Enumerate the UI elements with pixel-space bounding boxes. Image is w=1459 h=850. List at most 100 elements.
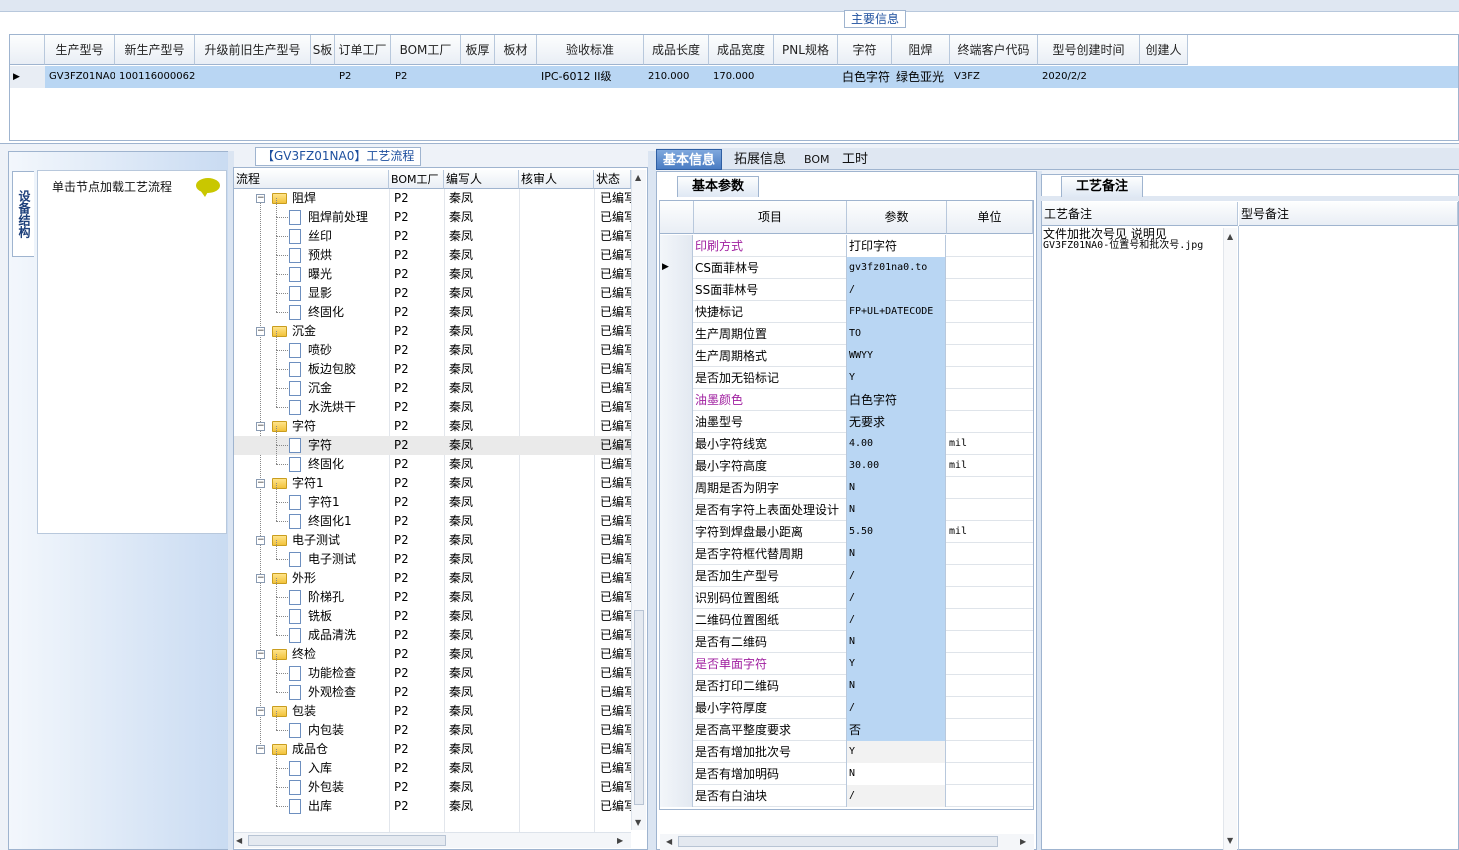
tree-step-row[interactable]: 终固化1 P2 秦凤 已编写	[234, 502, 631, 531]
tree-step-row[interactable]: 入库 P2 秦凤 已编写	[234, 749, 631, 778]
column-header[interactable]: S板	[311, 35, 335, 65]
param-value[interactable]: 无要求	[847, 411, 946, 433]
table-cell[interactable]	[1140, 66, 1188, 88]
param-row[interactable]: 是否有二维码 N	[660, 631, 1033, 653]
param-row[interactable]: 是否有增加批次号 Y	[660, 741, 1033, 763]
column-header[interactable]: 项目	[694, 201, 847, 234]
column-header[interactable]: 成品长度	[644, 35, 709, 65]
column-header[interactable]: 阻焊	[892, 35, 950, 65]
table-cell[interactable]: P2	[391, 66, 461, 88]
row-selector[interactable]: ▶	[660, 257, 693, 279]
param-row[interactable]: 识别码位置图纸 /	[660, 587, 1033, 609]
column-header[interactable]: 板材	[495, 35, 537, 65]
row-selector[interactable]	[660, 763, 693, 785]
scroll-down-icon[interactable]: ▼	[635, 818, 641, 827]
param-row[interactable]: ▶ CS面菲林号 gv3fz01na0.to	[660, 257, 1033, 279]
param-row[interactable]: 最小字符厚度 /	[660, 697, 1033, 719]
param-row[interactable]: 印刷方式 打印字符	[660, 235, 1033, 257]
column-header[interactable]: 核审人	[519, 170, 594, 189]
param-value[interactable]: N	[847, 543, 946, 565]
scroll-thumb[interactable]	[678, 836, 998, 847]
row-selector[interactable]	[660, 741, 693, 763]
table-cell[interactable]: V3FZ	[950, 66, 1038, 88]
param-value[interactable]: WWYY	[847, 345, 946, 367]
tree-step-row[interactable]: 阶梯孔 P2 秦凤 已编写	[234, 578, 631, 607]
table-cell[interactable]	[195, 66, 311, 88]
table-cell[interactable]: 170.000	[709, 66, 774, 88]
table-cell[interactable]: IPC-6012 II级	[537, 66, 644, 88]
param-value[interactable]: 5.50	[847, 521, 946, 543]
tree-step-row[interactable]: 显影 P2 秦凤 已编写	[234, 274, 631, 303]
row-selector[interactable]	[660, 499, 693, 521]
param-row[interactable]: 是否有白油块 /	[660, 785, 1033, 807]
column-header[interactable]: 单位	[947, 201, 1033, 234]
scroll-thumb[interactable]	[248, 835, 446, 846]
column-header[interactable]: 参数	[847, 201, 947, 234]
column-header[interactable]: PNL规格	[774, 35, 838, 65]
column-header[interactable]: 编写人	[444, 170, 519, 189]
tree-step-row[interactable]: 水洗烘干 P2 秦凤 已编写	[234, 388, 631, 417]
param-row[interactable]: 生产周期位置 TO	[660, 323, 1033, 345]
param-value[interactable]: 否	[847, 719, 946, 741]
param-row[interactable]: SS面菲林号 /	[660, 279, 1033, 301]
row-selector[interactable]	[660, 323, 693, 345]
param-row[interactable]: 是否有增加明码 N	[660, 763, 1033, 785]
collapse-icon[interactable]: −	[256, 536, 265, 545]
collapse-icon[interactable]: −	[256, 479, 265, 488]
scroll-thumb[interactable]	[634, 610, 644, 805]
param-row[interactable]: 周期是否为阴字 N	[660, 477, 1033, 499]
param-row[interactable]: 油墨型号 无要求	[660, 411, 1033, 433]
table-row[interactable]: ▶ GV3FZ01NA010011600006260 P2P2 IPC-6012 I…	[10, 66, 1458, 88]
basic-horizontal-scrollbar[interactable]: ◀ ▶	[660, 834, 1034, 850]
row-selector[interactable]	[660, 785, 693, 807]
scroll-down-icon[interactable]: ▼	[1227, 836, 1233, 845]
row-selector[interactable]	[660, 455, 693, 477]
param-row[interactable]: 是否高平整度要求否	[660, 719, 1033, 741]
tree-step-row[interactable]: 外包装 P2 秦凤 已编写	[234, 768, 631, 797]
tree-step-row[interactable]: 预烘 P2 秦凤 已编写	[234, 236, 631, 265]
scroll-left-icon[interactable]: ◀	[236, 836, 242, 845]
param-row[interactable]: 生产周期格式 WWYY	[660, 345, 1033, 367]
tree-group-row[interactable]: − 沉金 P2 秦凤 已编写	[234, 322, 631, 341]
column-header[interactable]: 字符	[838, 35, 892, 65]
row-selector[interactable]	[660, 477, 693, 499]
param-row[interactable]: 最小字符线宽 4.00 mil	[660, 433, 1033, 455]
column-header[interactable]: 升级前旧生产型号	[195, 35, 311, 65]
param-value[interactable]: /	[847, 785, 946, 807]
equipment-tree[interactable]	[37, 170, 227, 534]
scroll-right-icon[interactable]: ▶	[1020, 837, 1026, 846]
param-value[interactable]: Y	[847, 653, 946, 675]
param-row[interactable]: 是否字符框代替周期 N	[660, 543, 1033, 565]
param-value[interactable]: Y	[847, 367, 946, 389]
column-header[interactable]: 终端客户代码	[950, 35, 1038, 65]
table-cell[interactable]: 绿色亚光	[892, 66, 950, 88]
row-selector-header[interactable]	[660, 201, 694, 234]
tree-group-row[interactable]: − 包装 P2 秦凤 已编写	[234, 702, 631, 721]
tree-group-row[interactable]: − 电子测试 P2 秦凤 已编写	[234, 531, 631, 550]
splitter-middle[interactable]	[648, 151, 656, 850]
column-header[interactable]: 创建人	[1140, 35, 1188, 65]
scroll-left-icon[interactable]: ◀	[666, 837, 672, 846]
tree-step-row[interactable]: 沉金 P2 秦凤 已编写	[234, 369, 631, 398]
row-selector[interactable]	[660, 609, 693, 631]
param-row[interactable]: 油墨颜色 白色字符	[660, 389, 1033, 411]
tab-basic-info[interactable]: 基本信息	[656, 149, 723, 170]
table-cell[interactable]: P2	[335, 66, 391, 88]
column-header[interactable]: 订单工厂	[335, 35, 391, 65]
column-header[interactable]: BOM工厂	[391, 35, 461, 65]
tree-step-row[interactable]: 阻焊前处理 P2 秦凤 已编写	[234, 198, 631, 227]
tab-extended-info[interactable]: 拓展信息	[728, 149, 792, 170]
tree-group-row[interactable]: − 终检 P2 秦凤 已编写	[234, 645, 631, 664]
param-value[interactable]: TO	[847, 323, 946, 345]
row-selector[interactable]	[660, 675, 693, 697]
remark-vertical-scrollbar[interactable]: ▲ ▼	[1223, 228, 1237, 850]
tree-step-row[interactable]: 电子测试 P2 秦凤 已编写	[234, 540, 631, 569]
param-value[interactable]: FP+UL+DATECODE	[847, 301, 946, 323]
tree-group-row[interactable]: − 外形 P2 秦凤 已编写	[234, 569, 631, 588]
collapse-icon[interactable]: −	[256, 422, 265, 431]
param-value[interactable]: /	[847, 587, 946, 609]
param-row[interactable]: 是否单面字符 Y	[660, 653, 1033, 675]
process-remark-header[interactable]: 工艺备注	[1042, 202, 1238, 226]
collapse-icon[interactable]: −	[256, 574, 265, 583]
row-selector[interactable]	[660, 653, 693, 675]
